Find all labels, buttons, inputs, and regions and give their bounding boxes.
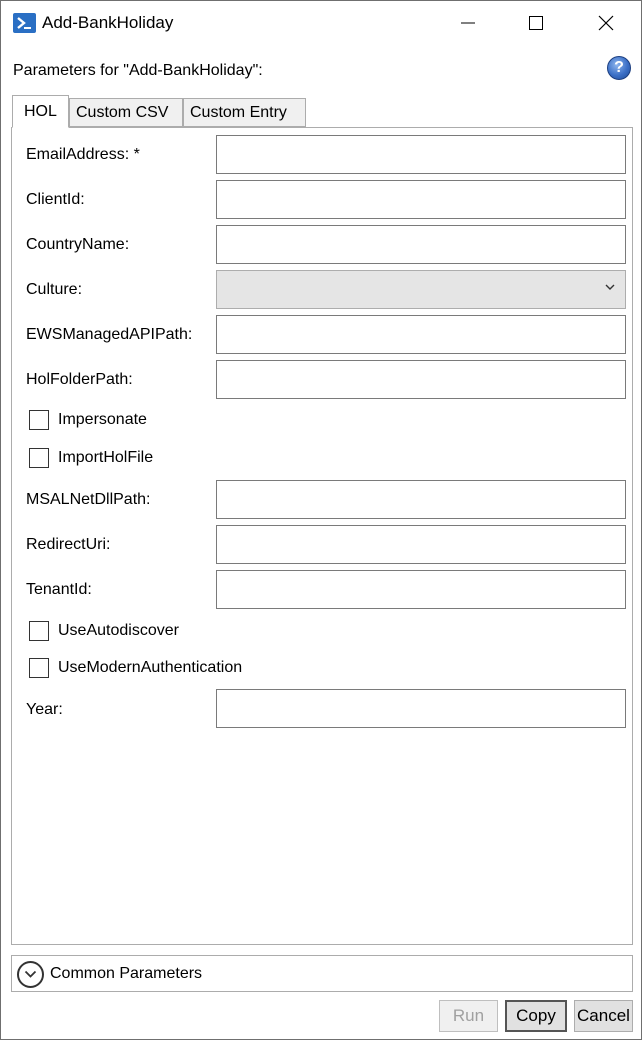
country-name-input[interactable] (216, 225, 626, 264)
minimize-icon (461, 22, 475, 24)
country-name-label: CountryName: (26, 236, 130, 253)
msal-path-input[interactable] (216, 480, 626, 519)
use-modern-auth-label[interactable]: UseModernAuthentication (58, 659, 242, 677)
ews-path-label: EWSManagedAPIPath: (26, 326, 193, 343)
close-button[interactable] (583, 1, 629, 45)
redirect-uri-label: RedirectUri: (26, 536, 111, 553)
tab-custom-csv[interactable]: Custom CSV (69, 98, 183, 127)
cancel-button[interactable]: Cancel (574, 1000, 633, 1032)
email-address-input[interactable] (216, 135, 626, 174)
import-hol-file-label[interactable]: ImportHolFile (58, 449, 153, 467)
tenant-id-input[interactable] (216, 570, 626, 609)
powershell-icon (13, 13, 36, 33)
msal-path-label: MSALNetDllPath: (26, 491, 151, 508)
run-button[interactable]: Run (439, 1000, 498, 1032)
close-icon (598, 15, 614, 31)
impersonate-checkbox[interactable] (29, 410, 49, 430)
common-parameters-expander[interactable]: Common Parameters (11, 955, 633, 992)
hol-folder-path-input[interactable] (216, 360, 626, 399)
redirect-uri-input[interactable] (216, 525, 626, 564)
import-hol-file-checkbox[interactable] (29, 448, 49, 468)
maximize-button[interactable] (513, 1, 559, 45)
dialog-window: Add-BankHoliday Parameters for "Add-Bank… (0, 0, 642, 1040)
help-icon[interactable]: ? (607, 56, 631, 80)
email-address-label: EmailAddress: * (26, 146, 140, 163)
tab-hol[interactable]: HOL (12, 95, 69, 128)
parameters-heading: Parameters for "Add-BankHoliday": (13, 62, 263, 79)
ews-path-input[interactable] (216, 315, 626, 354)
hol-folder-path-label: HolFolderPath: (26, 371, 133, 388)
maximize-icon (529, 16, 543, 30)
year-input[interactable] (216, 689, 626, 728)
culture-label: Culture: (26, 281, 83, 298)
minimize-button[interactable] (445, 1, 491, 45)
year-label: Year: (26, 701, 63, 718)
common-parameters-label: Common Parameters (50, 965, 203, 982)
tab-custom-entry[interactable]: Custom Entry (183, 98, 306, 127)
copy-button[interactable]: Copy (505, 1000, 567, 1032)
impersonate-label[interactable]: Impersonate (58, 411, 147, 429)
tenant-id-label: TenantId: (26, 581, 92, 598)
use-modern-auth-checkbox[interactable] (29, 658, 49, 678)
client-id-input[interactable] (216, 180, 626, 219)
use-autodiscover-checkbox[interactable] (29, 621, 49, 641)
use-autodiscover-label[interactable]: UseAutodiscover (58, 622, 179, 640)
chevron-down-icon (605, 284, 615, 290)
client-id-label: ClientId: (26, 191, 85, 208)
title-bar[interactable]: Add-BankHoliday (1, 1, 641, 46)
culture-select[interactable] (216, 270, 626, 309)
window-title: Add-BankHoliday (42, 13, 174, 32)
chevron-down-circle-icon (17, 961, 44, 988)
